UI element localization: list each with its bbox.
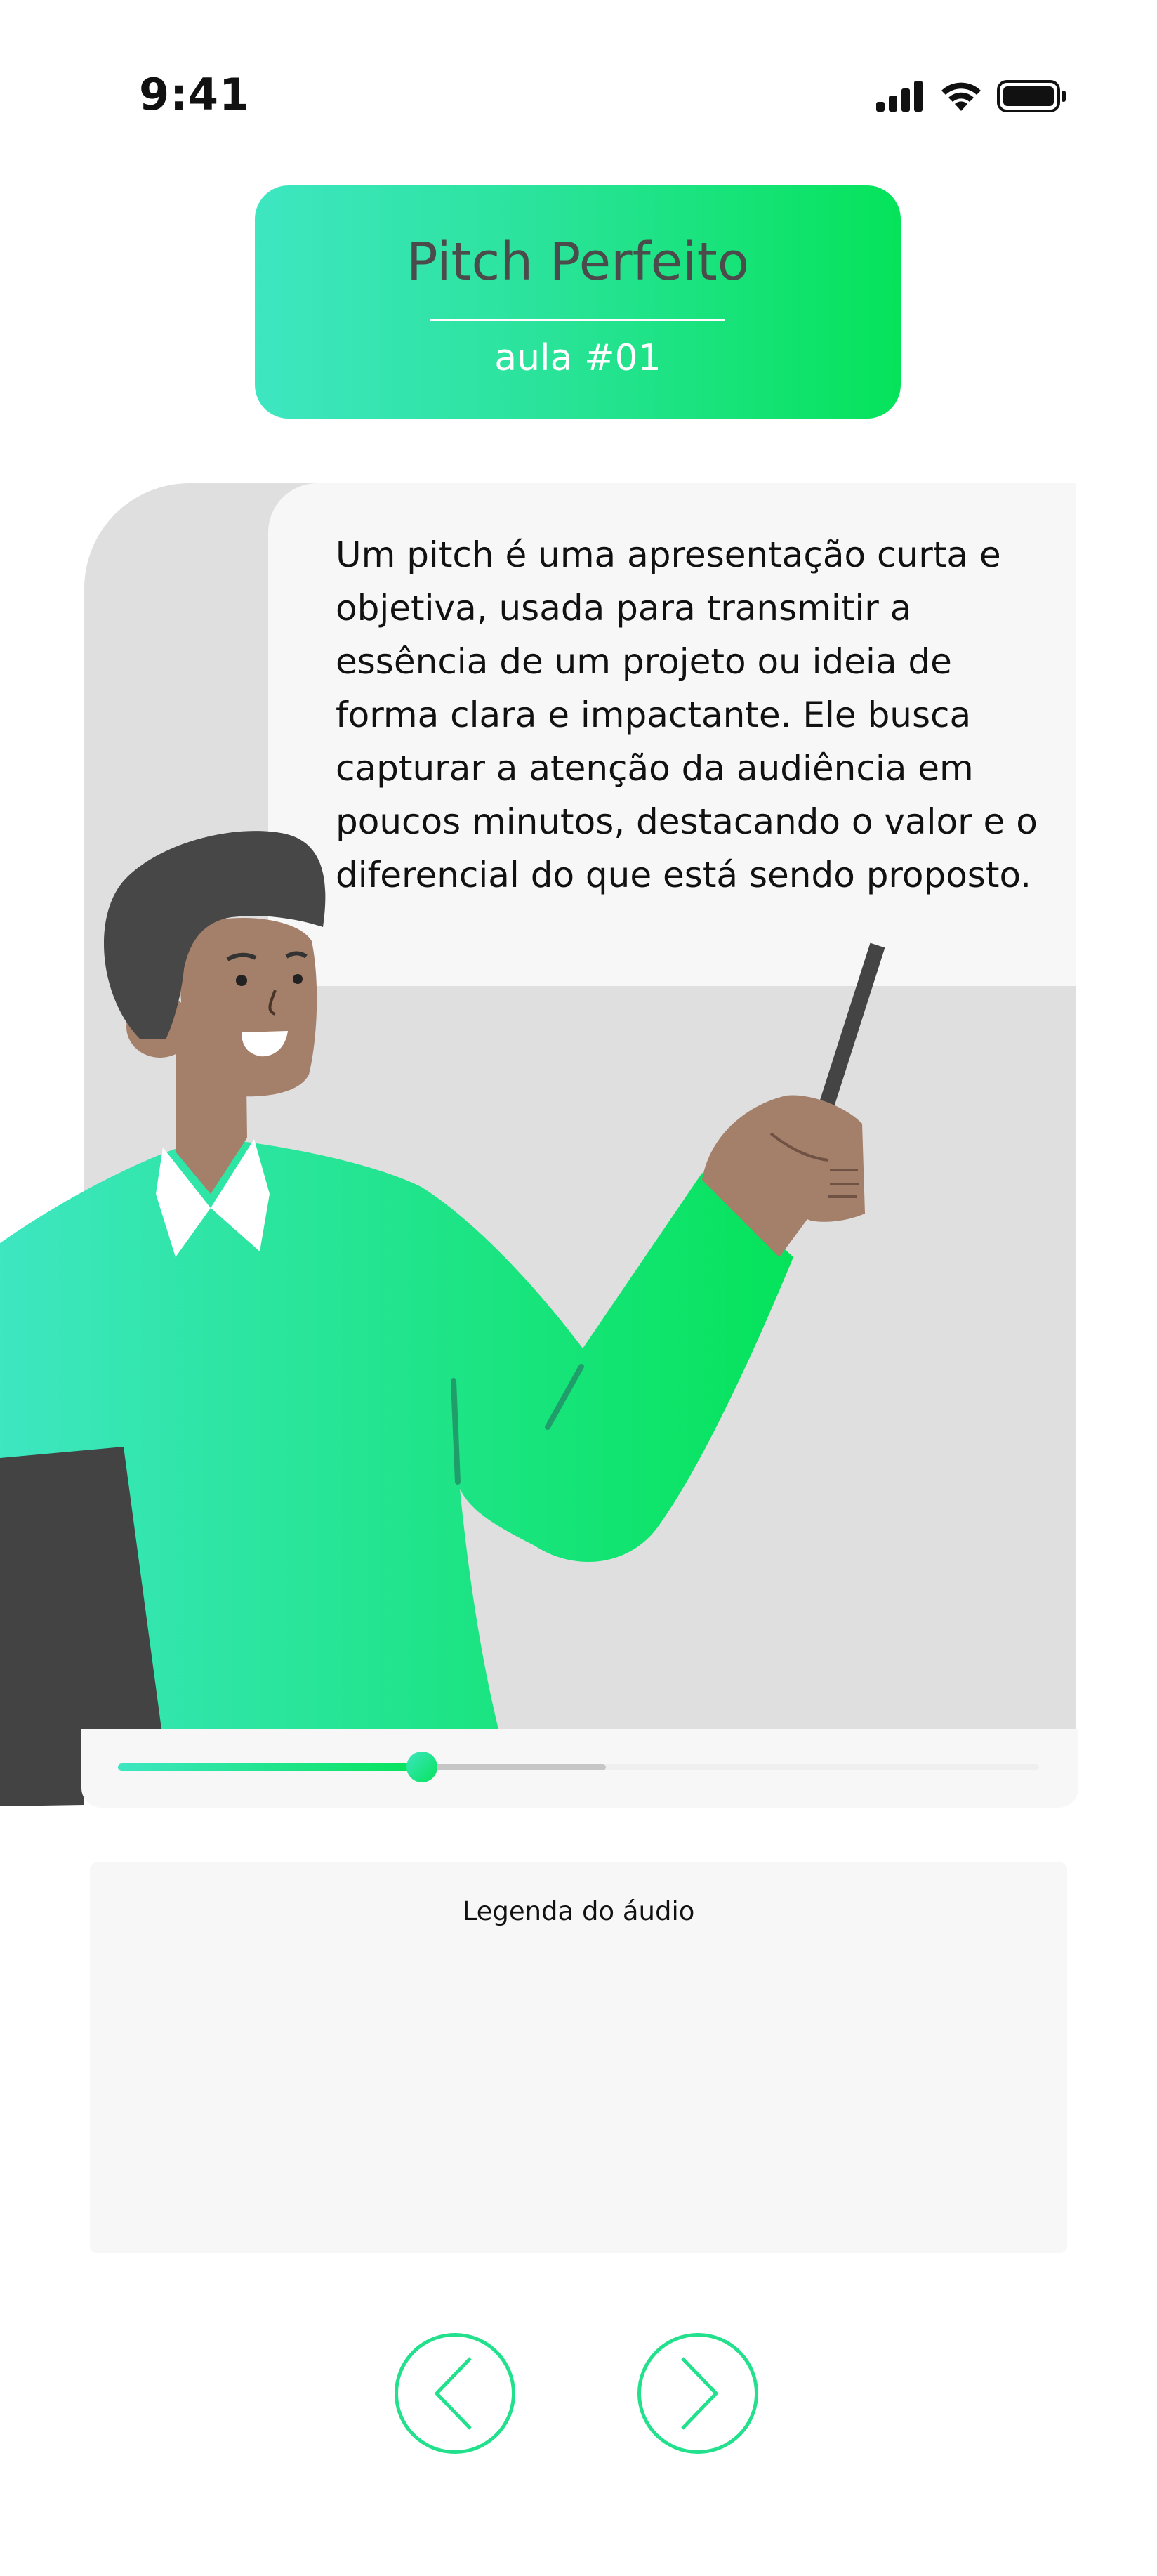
audio-caption-label: Legenda do áudio (462, 1896, 695, 1926)
status-time: 9:41 (139, 69, 251, 120)
signal-icon (876, 81, 923, 112)
lesson-title-card: Pitch Perfeito aula #01 (255, 185, 901, 419)
next-button[interactable] (637, 2333, 758, 2454)
presenter-illustration (0, 831, 885, 1806)
chevron-left-icon (435, 2357, 472, 2430)
lesson-subtitle: aula #01 (494, 337, 661, 379)
wifi-icon (941, 82, 981, 111)
chevron-right-icon (681, 2357, 718, 2430)
audio-progress-fill (118, 1763, 422, 1771)
status-icons (876, 76, 1067, 117)
battery-icon (997, 80, 1066, 112)
previous-button[interactable] (395, 2333, 515, 2454)
lesson-title: Pitch Perfeito (406, 232, 750, 292)
audio-progress-handle[interactable] (406, 1752, 437, 1782)
title-divider (430, 319, 725, 321)
